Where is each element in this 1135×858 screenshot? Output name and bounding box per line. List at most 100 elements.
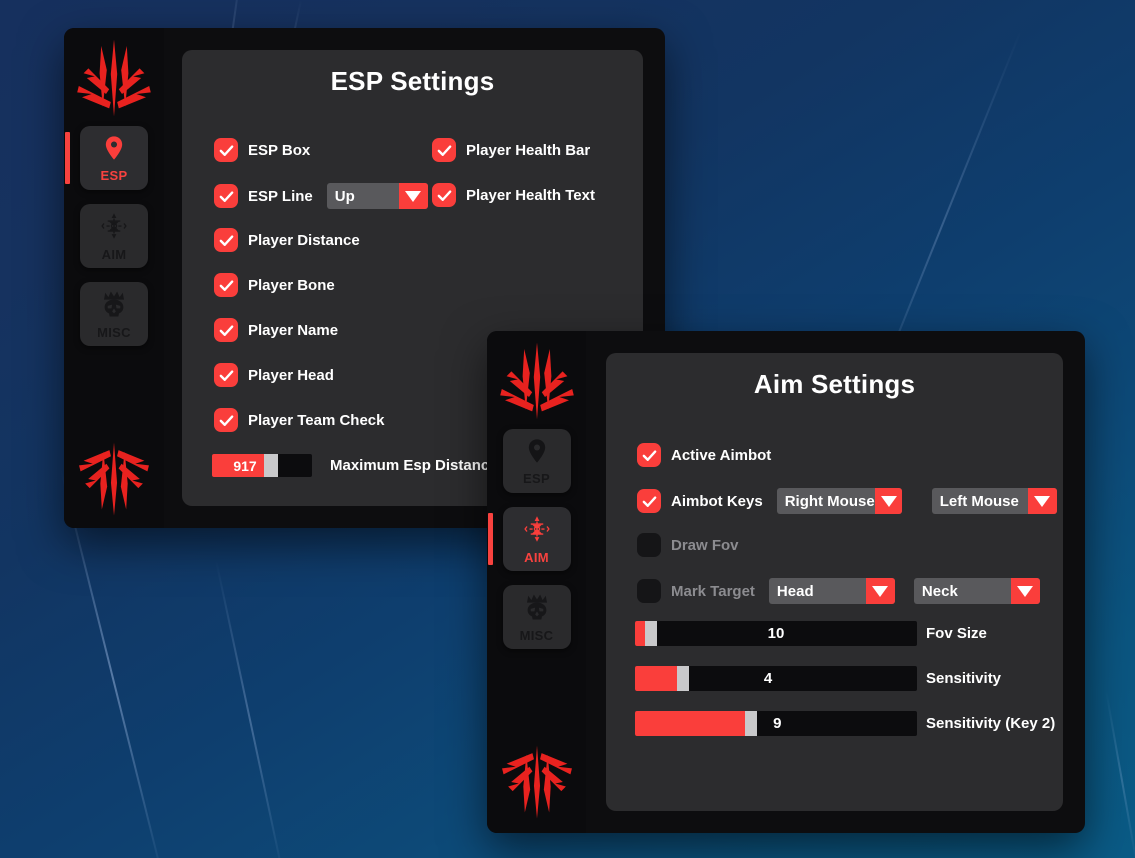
slider-value: 4 <box>763 670 773 687</box>
checkbox-label: ESP Line <box>248 187 313 205</box>
wallpaper-streak <box>215 559 286 858</box>
dropdown-esp-line-direction[interactable]: Up <box>326 183 428 209</box>
slider-value: 10 <box>767 625 785 642</box>
brand-logo-top-icon <box>497 341 577 421</box>
checkbox-row-esp-box[interactable]: ESP Box <box>214 138 310 162</box>
checkbox-row-draw-fov[interactable]: Draw Fov <box>637 533 739 557</box>
checkbox-row-aimbot-keys[interactable]: Aimbot Keys Right Mouse Left Mouse <box>637 488 1057 514</box>
dropdown-aimbot-key-2[interactable]: Left Mouse <box>931 488 1057 514</box>
slider-label: Maximum Esp Distance <box>330 457 498 474</box>
chevron-down-icon[interactable] <box>865 578 895 604</box>
sidebar-item-aim[interactable]: AIM <box>487 507 571 571</box>
checkbox-label: Player Head <box>248 366 334 384</box>
map-pin-icon <box>100 134 128 167</box>
checkbox-row-player-name[interactable]: Player Name <box>214 318 338 342</box>
slider-sensitivity[interactable]: 4 <box>635 666 917 691</box>
checkbox-player-health-text[interactable] <box>432 183 456 207</box>
sidebar-item-aim[interactable]: AIM <box>80 204 148 268</box>
checkbox-label: Player Health Text <box>466 186 595 204</box>
dropdown-value: Up <box>334 187 355 205</box>
checkbox-row-player-team-check[interactable]: Player Team Check <box>214 408 384 432</box>
dropdown-aimbot-key-1[interactable]: Right Mouse <box>776 488 902 514</box>
sidebar-item-esp[interactable]: ESP <box>502 429 571 493</box>
checkbox-player-health-bar[interactable] <box>432 138 456 162</box>
skull-crown-icon <box>99 289 129 324</box>
checkbox-aimbot-keys[interactable] <box>637 489 661 513</box>
checkbox-row-esp-line[interactable]: ESP Line Up <box>214 183 428 209</box>
checkbox-esp-box[interactable] <box>214 138 238 162</box>
esp-nav-list: ESP AIM MISC <box>64 118 164 346</box>
map-pin-icon <box>523 437 551 470</box>
chevron-down-icon[interactable] <box>1027 488 1057 514</box>
sidebar-item-label: AIM <box>524 550 549 565</box>
dropdown-value: Right Mouse <box>784 492 875 510</box>
dropdown-value: Left Mouse <box>939 492 1019 510</box>
checkbox-label: Player Name <box>248 321 339 339</box>
checkbox-row-active-aimbot[interactable]: Active Aimbot <box>637 443 771 467</box>
slider-label: Fov Size <box>926 625 987 642</box>
checkbox-label: Mark Target <box>671 582 755 600</box>
checkbox-row-player-head[interactable]: Player Head <box>214 363 334 387</box>
slider-maximum-esp-distance[interactable]: 917 <box>212 454 312 477</box>
slider-label: Sensitivity <box>926 670 1002 687</box>
checkbox-row-player-distance[interactable]: Player Distance <box>214 228 360 252</box>
checkbox-player-bone[interactable] <box>214 273 238 297</box>
slider-row-maximum-esp-distance[interactable]: 917 Maximum Esp Distance <box>212 454 498 477</box>
slider-label: Sensitivity (Key 2) <box>926 715 1056 732</box>
sidebar-item-label: AIM <box>101 247 127 262</box>
chevron-down-icon[interactable] <box>398 183 428 209</box>
dropdown-value: Head <box>776 582 814 600</box>
checkbox-label: Aimbot Keys <box>671 492 763 510</box>
checkbox-active-aimbot[interactable] <box>637 443 661 467</box>
brand-logo-bottom-icon <box>76 440 152 518</box>
skull-crown-icon <box>522 592 552 627</box>
checkbox-row-mark-target[interactable]: Mark Target Head Neck <box>637 578 1040 604</box>
slider-value: 917 <box>233 457 257 474</box>
slider-row-sensitivity-key-2[interactable]: 9 Sensitivity (Key 2) <box>635 711 1055 736</box>
sidebar-item-misc[interactable]: MISC <box>502 585 571 649</box>
checkbox-label: Player Team Check <box>248 411 385 429</box>
sidebar-item-label: ESP <box>523 471 550 486</box>
checkbox-label: Player Bone <box>248 276 335 294</box>
active-indicator-bar <box>487 513 493 565</box>
checkbox-label: Player Health Bar <box>466 141 591 159</box>
checkbox-player-name[interactable] <box>214 318 238 342</box>
dropdown-mark-target-1[interactable]: Head <box>768 578 895 604</box>
crosshair-icon <box>522 514 552 549</box>
crosshair-icon <box>99 211 129 246</box>
checkbox-mark-target[interactable] <box>637 579 661 603</box>
active-indicator-bar <box>65 132 70 184</box>
checkbox-esp-line[interactable] <box>214 184 238 208</box>
page-title: ESP Settings <box>330 66 495 96</box>
page-title: Aim Settings <box>753 369 916 399</box>
slider-fov-size[interactable]: 10 <box>635 621 917 646</box>
esp-sidebar: ESP AIM MISC <box>64 28 164 528</box>
sidebar-item-misc[interactable]: MISC <box>80 282 148 346</box>
checkbox-player-head[interactable] <box>214 363 238 387</box>
dropdown-value: Neck <box>921 582 958 600</box>
slider-row-fov-size[interactable]: 10 Fov Size <box>635 621 987 646</box>
sidebar-item-label: ESP <box>100 168 128 183</box>
aim-nav-list: ESP AIM MISC <box>487 421 586 649</box>
checkbox-row-player-health-text[interactable]: Player Health Text <box>432 183 595 207</box>
brand-logo-bottom-icon <box>499 743 575 821</box>
checkbox-label: ESP Box <box>248 141 311 159</box>
sidebar-item-esp[interactable]: ESP <box>65 126 148 190</box>
checkbox-player-team-check[interactable] <box>214 408 238 432</box>
checkbox-label: Player Distance <box>248 231 360 249</box>
slider-row-sensitivity[interactable]: 4 Sensitivity <box>635 666 1001 691</box>
chevron-down-icon[interactable] <box>1010 578 1040 604</box>
aim-sidebar: ESP AIM MISC <box>487 331 586 833</box>
checkbox-label: Draw Fov <box>671 536 739 554</box>
brand-logo-top-icon <box>74 38 154 118</box>
dropdown-mark-target-2[interactable]: Neck <box>913 578 1040 604</box>
checkbox-row-player-health-bar[interactable]: Player Health Bar <box>432 138 590 162</box>
checkbox-label: Active Aimbot <box>671 446 772 464</box>
wallpaper-streak <box>1105 689 1135 858</box>
checkbox-draw-fov[interactable] <box>637 533 661 557</box>
slider-value: 9 <box>773 715 782 732</box>
checkbox-row-player-bone[interactable]: Player Bone <box>214 273 335 297</box>
slider-sensitivity-key-2[interactable]: 9 <box>635 711 917 736</box>
chevron-down-icon[interactable] <box>874 488 902 514</box>
checkbox-player-distance[interactable] <box>214 228 238 252</box>
